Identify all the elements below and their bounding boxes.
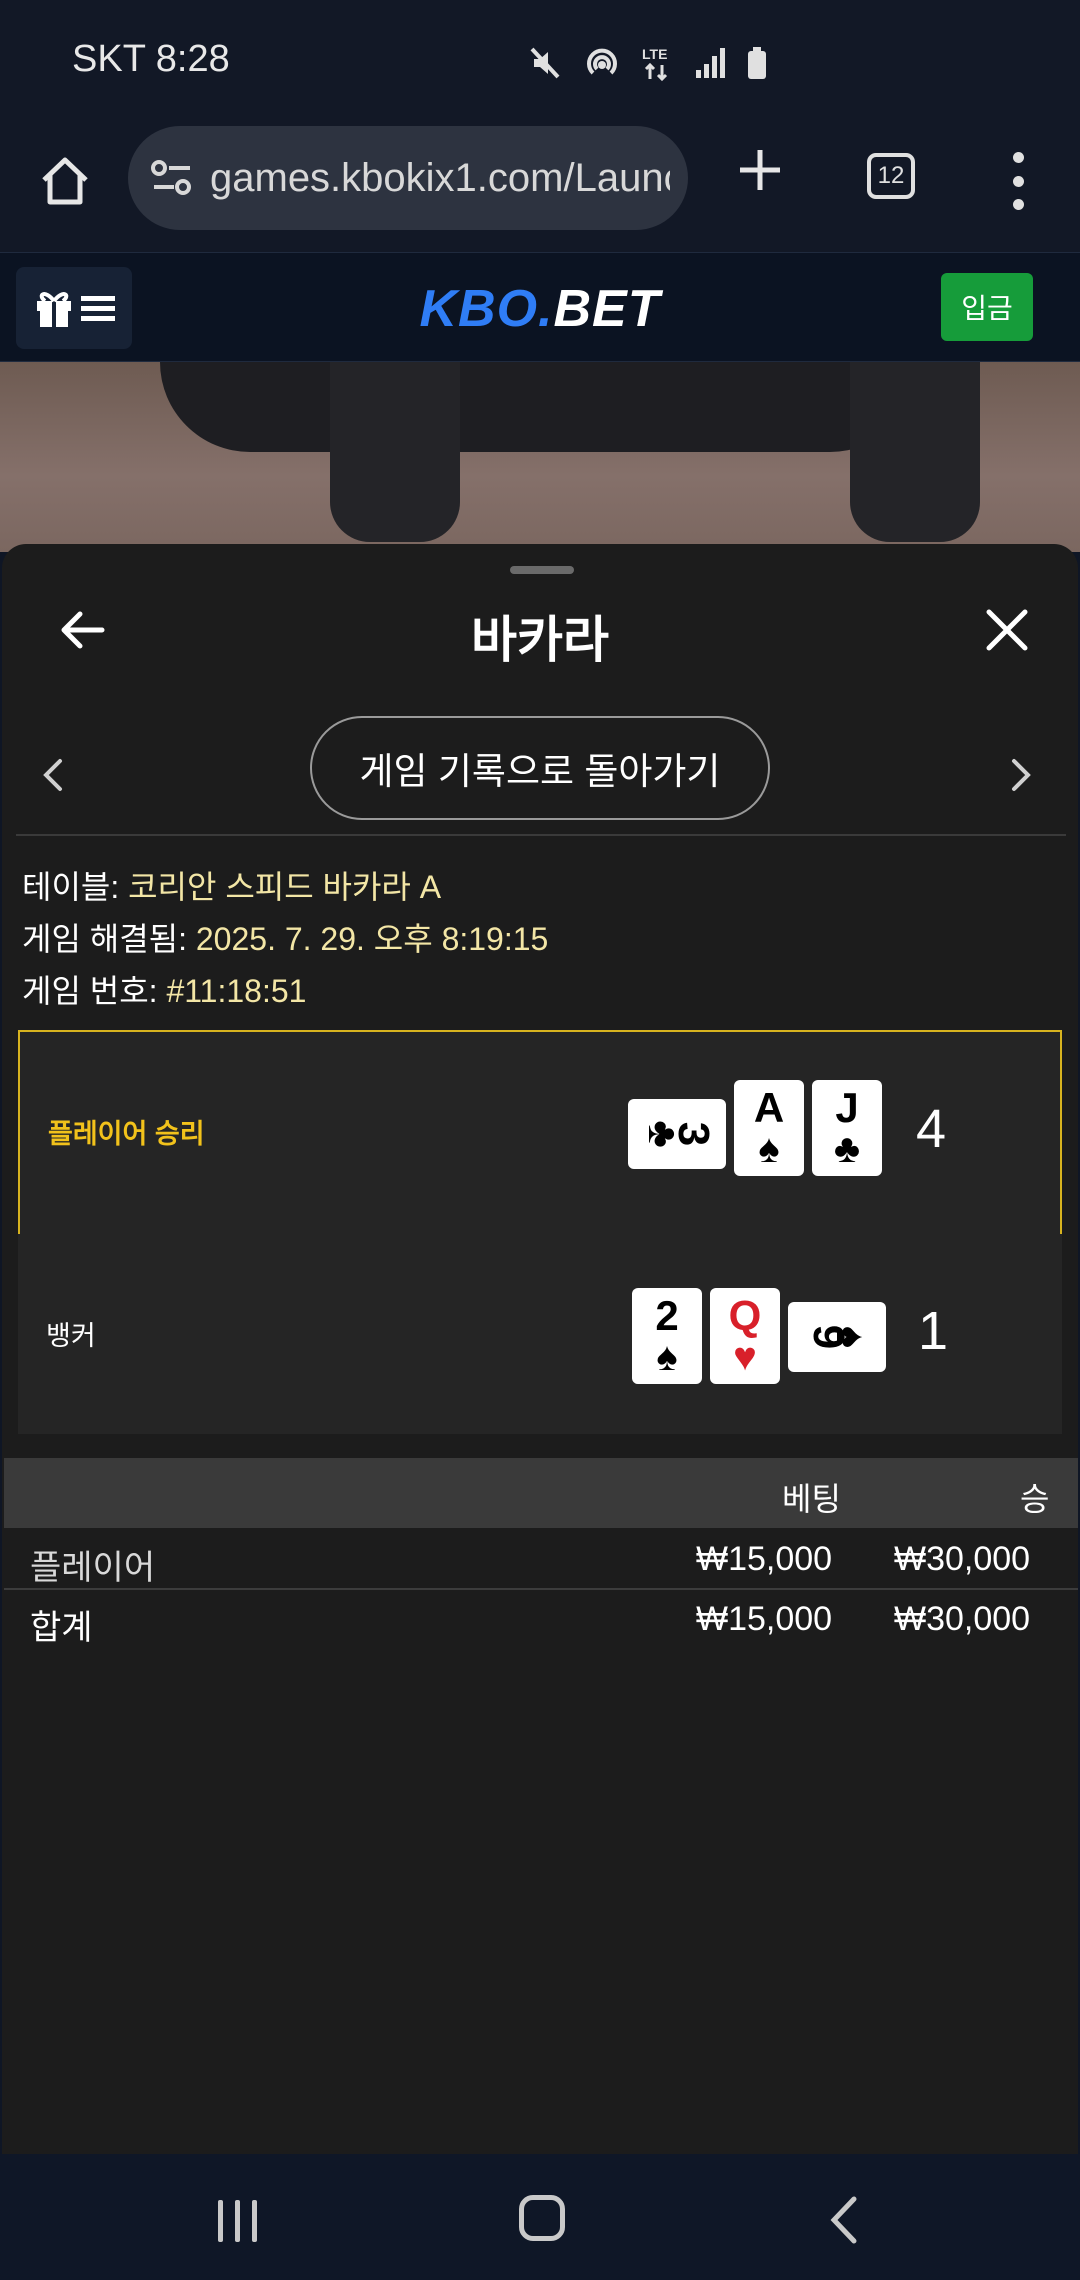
dealer-arm-left — [330, 362, 460, 542]
bet-column-header: 베팅 — [782, 1481, 841, 1517]
browser-menu-button[interactable] — [1003, 146, 1033, 216]
card-rank: 2 — [655, 1292, 679, 1339]
new-tab-button[interactable] — [730, 140, 790, 200]
table-row: 플레이어 ₩15,000 ₩30,000 — [4, 1530, 1078, 1587]
tab-count: 12 — [877, 162, 905, 189]
mute-icon — [530, 47, 560, 79]
site-header: KBO.BET 입금 — [0, 252, 1080, 362]
battery-icon — [748, 47, 766, 79]
browser-home-button[interactable] — [30, 146, 100, 216]
more-dot-icon — [1012, 152, 1024, 163]
banker-label: 뱅커 — [46, 1321, 96, 1351]
url-text[interactable]: games.kbokix1.com/Launch — [210, 156, 670, 201]
card-suit: ♠ — [828, 1325, 876, 1349]
divider — [16, 834, 1066, 836]
address-bar[interactable]: games.kbokix1.com/Launch — [128, 126, 688, 230]
status-bar: SKT 8:28 LTE — [0, 0, 1080, 120]
back-to-history-button[interactable]: 게임 기록으로 돌아가기 — [310, 716, 770, 820]
deposit-button[interactable]: 입금 — [941, 273, 1033, 341]
game-detail-sheet: 바카라 게임 기록으로 돌아가기 테이블: 코리안 스피드 바카라 A 게임 해… — [2, 544, 1078, 2154]
table-info: 테이블: 코리안 스피드 바카라 A — [22, 862, 441, 908]
game-number-label: 게임 번호: — [22, 973, 167, 1009]
dealer-arm-right — [850, 362, 980, 542]
player-score: 4 — [916, 1099, 947, 1159]
card-suit: ♣ — [833, 1127, 861, 1171]
player-card-1: ♣ 3 — [628, 1099, 726, 1169]
status-icons: LTE — [528, 40, 768, 86]
card-suit: ♥ — [733, 1335, 757, 1379]
site-logo[interactable]: KBO.BET — [0, 279, 1080, 339]
bet-type: 플레이어 — [30, 1549, 156, 1587]
tab-switcher-button[interactable]: 12 — [867, 153, 915, 199]
card-suit: ♠ — [758, 1127, 780, 1171]
card-rank: 3 — [668, 1121, 718, 1147]
logo-kbo: KBO. — [419, 280, 554, 338]
system-back-button[interactable] — [828, 2194, 868, 2246]
banker-card-3: 9 ♠ — [788, 1302, 886, 1372]
system-home-button[interactable] — [519, 2195, 565, 2241]
player-result-label: 플레이어 승리 — [48, 1119, 205, 1149]
dealer-body — [160, 362, 920, 452]
card-rank: A — [753, 1084, 785, 1131]
banker-card-1: 2 ♠ — [632, 1288, 702, 1384]
total-bet: ₩15,000 — [696, 1600, 833, 1638]
home-icon — [42, 157, 88, 205]
banker-card-2: Q ♥ — [710, 1288, 780, 1384]
hotspot-icon — [587, 48, 617, 75]
site-settings-icon[interactable] — [150, 158, 194, 198]
logo-bet: BET — [553, 280, 661, 338]
banker-score: 1 — [918, 1301, 949, 1361]
table-info-label: 테이블: — [22, 869, 129, 905]
bets-table-header: 베팅 승 — [4, 1458, 1078, 1528]
player-card-2: A ♠ — [734, 1080, 804, 1176]
recents-bar-icon — [218, 2200, 223, 2242]
recents-bar-icon — [252, 2200, 257, 2242]
close-icon — [986, 609, 1028, 651]
card-rank: Q — [728, 1292, 762, 1339]
chevron-left-icon — [830, 2196, 857, 2244]
more-dot-icon — [1012, 199, 1024, 210]
more-dot-icon — [1012, 175, 1024, 187]
game-number-info: 게임 번호: #11:18:51 — [22, 966, 306, 1012]
system-navigation-bar — [0, 2154, 1080, 2280]
sheet-title: 바카라 — [471, 612, 609, 668]
live-video-backdrop — [0, 362, 1080, 552]
bet-amount: ₩15,000 — [696, 1540, 833, 1578]
player-card-3: J ♣ — [812, 1080, 882, 1176]
previous-game-button[interactable] — [42, 750, 72, 800]
total-row: 합계 ₩15,000 ₩30,000 — [4, 1590, 1078, 1647]
recents-bar-icon — [235, 2200, 240, 2242]
table-info-value: 코리안 스피드 바카라 A — [128, 869, 442, 905]
chevron-right-icon — [1012, 759, 1031, 791]
browser-toolbar: games.kbokix1.com/Launch 12 — [0, 120, 1080, 252]
card-suit: ♠ — [656, 1335, 678, 1379]
plus-icon — [740, 150, 780, 190]
chevron-left-icon — [43, 759, 62, 791]
close-button[interactable] — [977, 600, 1037, 660]
total-win: ₩30,000 — [894, 1600, 1031, 1638]
resolved-info: 게임 해결됨: 2025. 7. 29. 오후 8:19:15 — [22, 914, 548, 960]
resolved-info-label: 게임 해결됨: — [22, 921, 196, 957]
game-number-value: #11:18:51 — [166, 973, 307, 1009]
total-label: 합계 — [30, 1609, 93, 1647]
win-amount: ₩30,000 — [894, 1540, 1031, 1578]
status-time: SKT 8:28 — [72, 38, 230, 80]
sheet-drag-handle[interactable] — [510, 566, 574, 574]
lte-icon: LTE — [642, 46, 667, 82]
player-hand-row: 플레이어 승리 ♣ 3 A ♠ J ♣ 4 — [18, 1030, 1062, 1236]
win-column-header: 승 — [1020, 1481, 1050, 1517]
svg-text:LTE: LTE — [642, 46, 667, 62]
recents-button[interactable] — [218, 2200, 257, 2242]
signal-icon — [696, 48, 725, 78]
resolved-info-value: 2025. 7. 29. 오후 8:19:15 — [195, 921, 549, 957]
banker-hand-row: 뱅커 2 ♠ Q ♥ 9 ♠ 1 — [18, 1234, 1062, 1434]
next-game-button[interactable] — [1010, 750, 1040, 800]
card-rank: J — [835, 1084, 859, 1131]
